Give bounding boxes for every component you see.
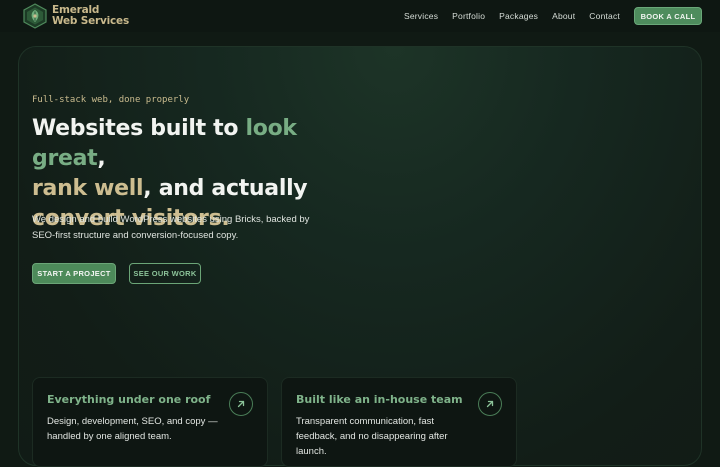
headline-accent-rank-well: rank well — [32, 176, 144, 201]
brand-name-line2: Web Services — [52, 15, 130, 27]
feature-card-body: Design, development, SEO, and copy — han… — [47, 416, 218, 442]
nav-item-packages[interactable]: Packages — [499, 11, 538, 21]
feature-card[interactable]: Built like an in-house team Transparent … — [281, 377, 517, 467]
feature-card-title: Built like an in-house team — [296, 393, 463, 406]
feature-card[interactable]: Everything under one roof Design, develo… — [32, 377, 268, 467]
nav-item-services[interactable]: Services — [404, 11, 438, 21]
nav-item-portfolio[interactable]: Portfolio — [452, 11, 485, 21]
arrow-up-right-icon[interactable] — [478, 392, 502, 416]
feature-card-title: Everything under one roof — [47, 393, 211, 406]
nav-item-about[interactable]: About — [552, 11, 575, 21]
brand-logo[interactable]: Emerald Web Services — [22, 3, 129, 29]
nav-item-contact[interactable]: Contact — [589, 11, 620, 21]
hero-eyebrow: Full-stack web, done properly — [32, 95, 190, 105]
arrow-up-right-icon[interactable] — [229, 392, 253, 416]
feature-card-body: Transparent communication, fast feedback… — [296, 416, 448, 457]
hero-subtext: We design and build WordPress websites u… — [32, 214, 310, 241]
headline-part1: Websites built to — [32, 116, 246, 141]
see-our-work-button[interactable]: SEE OUR WORK — [129, 263, 201, 284]
book-a-call-button[interactable]: BOOK A CALL — [634, 7, 702, 25]
headline-part3: , and actually — [143, 176, 308, 201]
start-a-project-button[interactable]: START A PROJECT — [32, 263, 116, 284]
hexagon-leaf-logo-icon — [23, 3, 47, 29]
main-nav: Services Portfolio Packages About Contac… — [390, 0, 620, 32]
brand-name: Emerald Web Services — [52, 5, 129, 27]
headline-part2: , — [97, 146, 106, 171]
site-header: Emerald Web Services Services Portfolio … — [0, 0, 720, 32]
